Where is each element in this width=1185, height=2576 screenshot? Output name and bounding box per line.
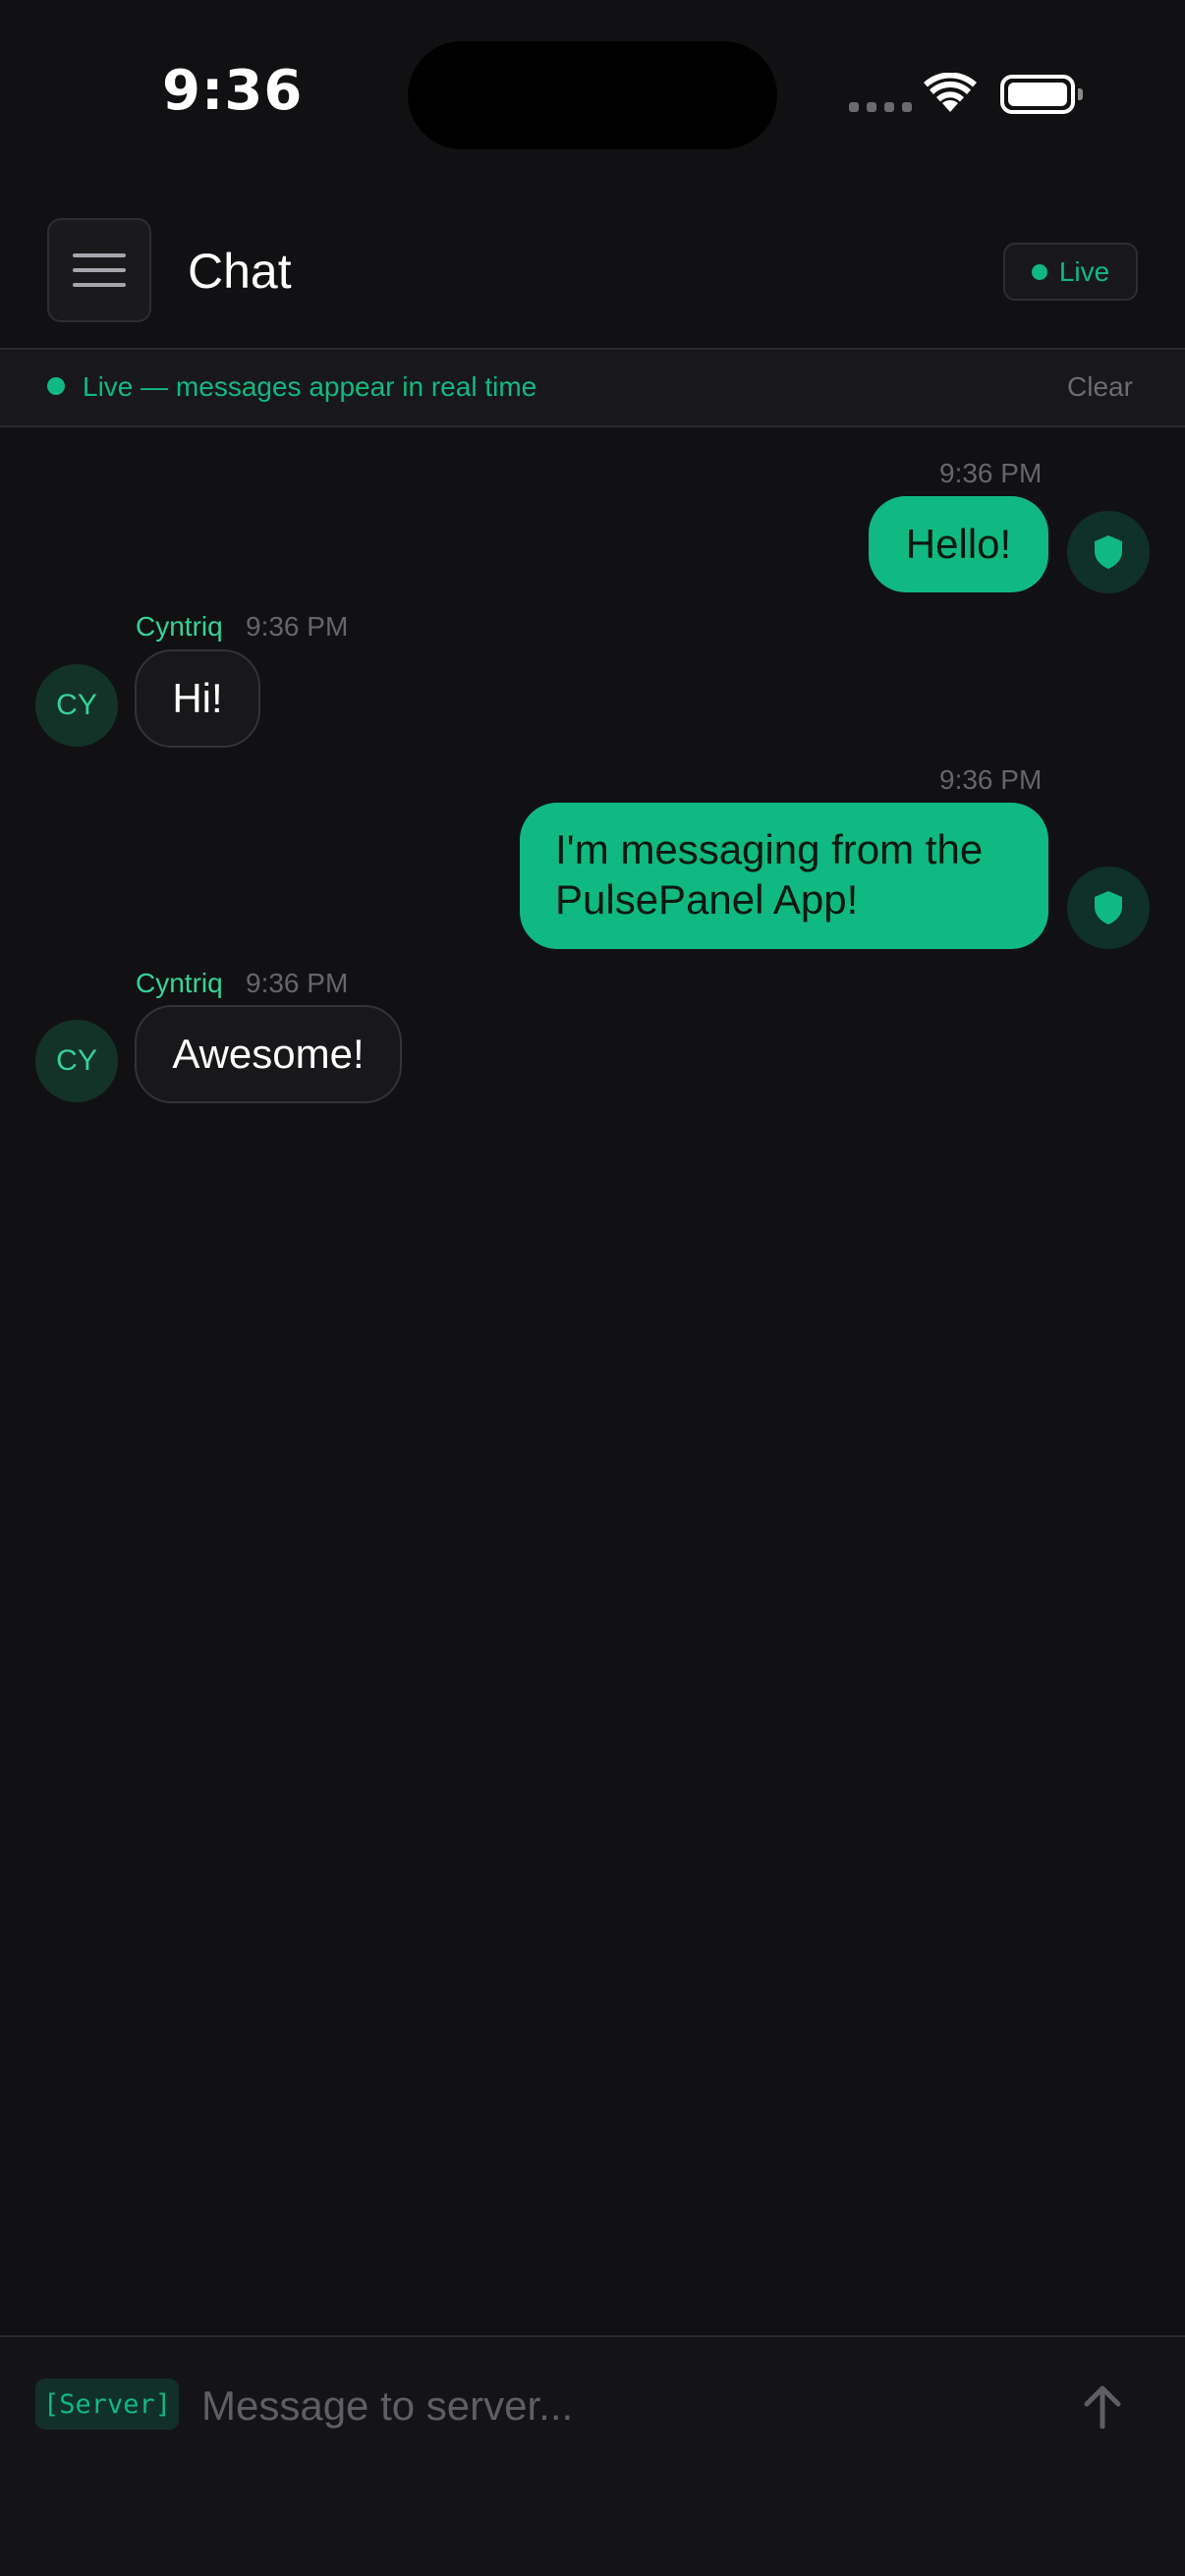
sender-avatar: CY [35, 1020, 118, 1102]
own-avatar [1067, 511, 1150, 593]
message-input[interactable] [201, 2378, 1027, 2435]
send-button[interactable] [1071, 2376, 1134, 2438]
sender-name: Cyntriq [136, 611, 223, 642]
clear-button[interactable]: Clear [1067, 371, 1133, 403]
message-time: 9:36 PM [246, 611, 349, 642]
incoming-message-bubble: Hi! [135, 649, 260, 748]
wifi-icon [924, 72, 977, 119]
sender-avatar: CY [35, 664, 118, 747]
live-dot [1031, 263, 1047, 280]
cellular-signal-icon [849, 102, 912, 112]
message-composer [0, 2335, 1185, 2576]
banner-text: Live — messages appear in real time [83, 371, 537, 402]
outgoing-message-bubble: I'm messaging from the PulsePanel App! [520, 803, 1048, 949]
own-avatar [1067, 867, 1150, 949]
server-target-tag[interactable]: [Server] [35, 2379, 179, 2430]
menu-button[interactable] [47, 218, 151, 322]
shield-icon [1095, 535, 1122, 569]
message-time: 9:36 PM [939, 764, 1043, 795]
live-label: Live [1058, 255, 1110, 287]
banner-live-dot [47, 377, 65, 395]
arrow-up-icon [1084, 2385, 1121, 2429]
message-time: 9:36 PM [246, 968, 349, 998]
live-status-badge: Live [1003, 243, 1138, 301]
battery-icon [1000, 75, 1075, 114]
status-time: 9:36 [162, 59, 304, 123]
hamburger-icon [73, 253, 126, 257]
incoming-message-bubble: Awesome! [135, 1005, 402, 1103]
outgoing-message-bubble: Hello! [869, 496, 1048, 592]
shield-icon [1095, 891, 1122, 924]
page-title: Chat [188, 244, 292, 299]
dynamic-island [408, 41, 777, 149]
sender-name: Cyntriq [136, 968, 223, 998]
message-time: 9:36 PM [939, 458, 1043, 488]
battery-tip [1078, 88, 1083, 100]
